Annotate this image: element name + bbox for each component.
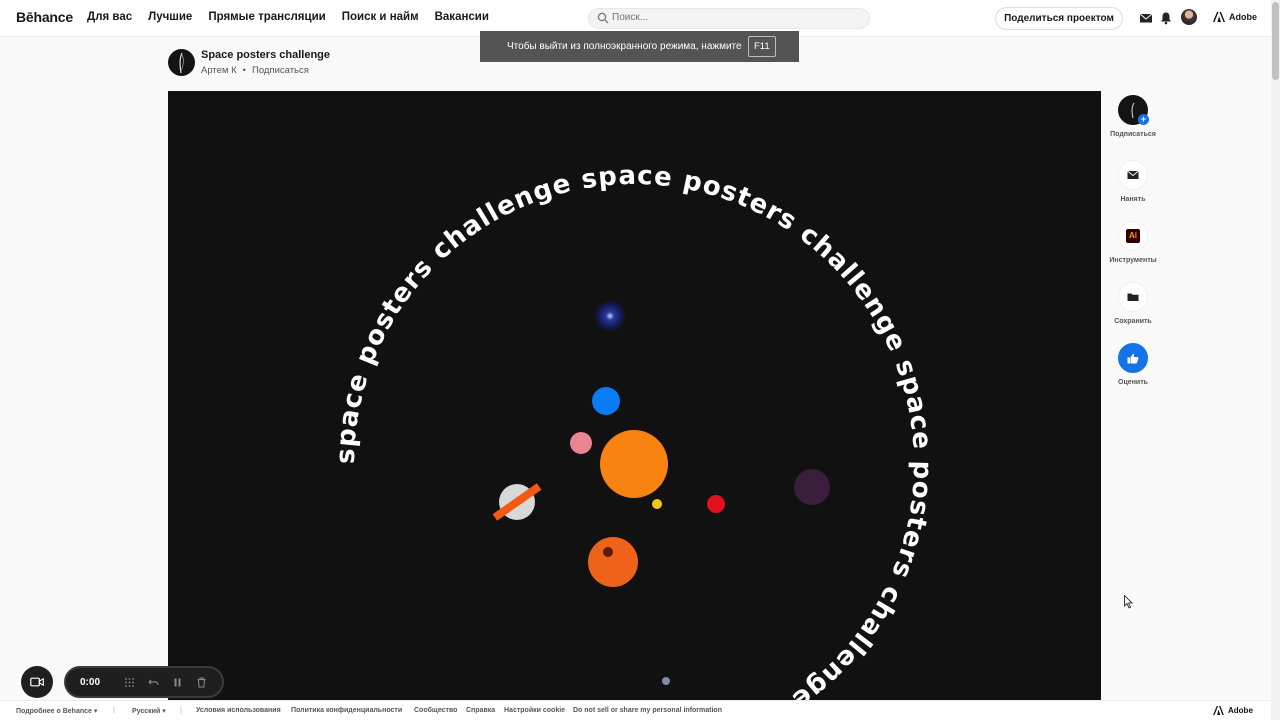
toast-key: F11 [748, 36, 776, 57]
rail-save[interactable]: Сохранить [1103, 282, 1163, 325]
footer: Подробнее о Behance ▾ | Русский ▾ | Усло… [0, 700, 1280, 720]
rail-follow[interactable]: + Подписаться [1103, 95, 1163, 138]
scrollbar-thumb[interactable] [1272, 2, 1279, 80]
small-grey-planet [662, 677, 670, 685]
orange-planet-spot [603, 547, 613, 557]
fullscreen-toast: Чтобы выйти из полноэкранного режима, на… [480, 31, 799, 62]
recording-time: 0:00 [80, 677, 101, 688]
rail-tools-circle[interactable]: Ai [1118, 221, 1148, 251]
toast-text: Чтобы выйти из полноэкранного режима, на… [507, 41, 742, 52]
adobe-logo-icon [1213, 12, 1225, 22]
yellow-moon [652, 499, 662, 509]
red-planet [707, 495, 725, 513]
rail-rate-label: Оценить [1118, 379, 1148, 386]
rail-hire-circle[interactable] [1118, 160, 1148, 190]
footer-adobe-link[interactable]: Adobe [1213, 706, 1253, 715]
rail-hire[interactable]: Нанять [1103, 160, 1163, 203]
mail-icon[interactable] [1139, 11, 1153, 25]
ringed-planet [492, 483, 542, 521]
rail-follow-label: Подписаться [1110, 131, 1156, 138]
footer-about[interactable]: Подробнее о Behance ▾ [16, 707, 97, 715]
footer-do-not-sell[interactable]: Do not sell or share my personal informa… [573, 707, 722, 714]
footer-divider: | [180, 707, 182, 714]
rail-author-avatar[interactable]: + [1118, 95, 1149, 125]
adobe-link[interactable]: Adobe [1213, 12, 1257, 22]
folder-icon [1127, 293, 1139, 301]
plus-badge-icon: + [1138, 114, 1149, 125]
author-avatar[interactable] [168, 49, 195, 76]
footer-community[interactable]: Сообщество [414, 707, 457, 714]
nav-link-jobs[interactable]: Вакансии [435, 11, 489, 23]
orange-planet [588, 537, 638, 587]
poster-artwork: space posters challenge space posters ch… [331, 161, 936, 700]
sun [600, 430, 668, 498]
nav-link-livestreams[interactable]: Прямые трансляции [208, 11, 325, 23]
adobe-label: Adobe [1229, 12, 1257, 22]
recording-toolbar: 0:00 [64, 666, 224, 698]
nav-link-hire[interactable]: Поиск и найм [342, 11, 419, 23]
blue-planet [592, 387, 620, 415]
mail-icon [1127, 170, 1139, 179]
navy-planet [594, 300, 626, 332]
footer-cookies[interactable]: Настройки cookie [504, 707, 565, 714]
undo-icon[interactable] [148, 677, 159, 688]
purple-planet [794, 469, 830, 505]
rail-rate-circle[interactable] [1118, 343, 1148, 373]
mouse-cursor-icon [1124, 595, 1133, 609]
meta-separator: • [242, 65, 246, 76]
footer-divider: | [113, 707, 115, 714]
page-scrollbar[interactable] [1271, 0, 1280, 720]
footer-language[interactable]: Русский ▾ [132, 707, 166, 715]
trash-icon[interactable] [196, 677, 207, 688]
nav-links: Для вас Лучшие Прямые трансляции Поиск и… [87, 11, 489, 23]
nav-link-best[interactable]: Лучшие [148, 11, 192, 23]
rail-save-circle[interactable] [1118, 282, 1148, 312]
follow-link[interactable]: Подписаться [252, 65, 309, 76]
footer-help[interactable]: Справка [466, 707, 495, 714]
video-camera-icon [30, 677, 44, 687]
pink-planet [570, 432, 592, 454]
search-input[interactable] [612, 12, 852, 23]
rail-save-label: Сохранить [1114, 318, 1152, 325]
rail-tools-label: Инструменты [1109, 257, 1157, 264]
project-title: Space posters challenge [201, 49, 330, 61]
rail-hire-label: Нанять [1120, 196, 1146, 203]
user-avatar[interactable] [1181, 9, 1197, 25]
rail-rate[interactable]: Оценить [1103, 343, 1163, 386]
behance-logo[interactable]: Bēhance [16, 9, 73, 25]
footer-adobe-label: Adobe [1228, 706, 1253, 715]
search-icon [597, 12, 609, 24]
grid-dots-icon[interactable] [124, 677, 135, 688]
author-name[interactable]: Артем К [201, 65, 237, 76]
pause-icon[interactable] [172, 677, 183, 688]
nav-link-for-you[interactable]: Для вас [87, 11, 132, 23]
search-box[interactable] [588, 8, 870, 29]
project-meta: Артем К • Подписаться [201, 65, 309, 76]
footer-privacy[interactable]: Политика конфиденциальности [291, 707, 402, 714]
illustrator-icon: Ai [1126, 229, 1140, 243]
rail-tools[interactable]: Ai Инструменты [1103, 221, 1163, 264]
adobe-logo-icon [1213, 706, 1224, 715]
feather-icon [179, 52, 184, 74]
camera-button[interactable] [21, 666, 53, 698]
share-project-button[interactable]: Поделиться проектом [995, 7, 1123, 30]
project-poster: space posters challenge space posters ch… [168, 91, 1101, 700]
bell-icon[interactable] [1159, 11, 1173, 25]
thumbs-up-icon [1127, 353, 1139, 363]
footer-terms[interactable]: Условия использования [196, 707, 281, 714]
